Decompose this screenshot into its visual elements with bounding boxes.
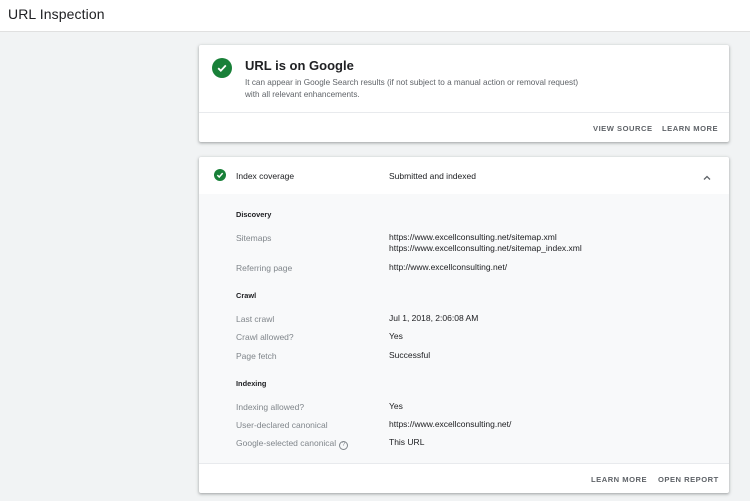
page-title: URL Inspection: [8, 6, 105, 22]
referring-page-value: http://www.excellconsulting.net/: [389, 262, 508, 272]
summary-description: It can appear in Google Search results (…: [245, 78, 579, 99]
sitemap-url: https://www.excellconsulting.net/sitemap…: [389, 232, 557, 242]
top-bar: URL Inspection: [0, 0, 750, 32]
index-coverage-status: Submitted and indexed: [389, 171, 476, 181]
learn-more-button[interactable]: LEARN MORE: [662, 124, 718, 133]
indexing-allowed-value: Yes: [389, 401, 403, 411]
user-canonical-label: User-declared canonical: [236, 420, 328, 430]
summary-card: URL is on Google It can appear in Google…: [199, 45, 729, 142]
section-heading-indexing: Indexing: [236, 379, 267, 388]
index-coverage-card: Index coverage Submitted and indexed Dis…: [199, 157, 729, 493]
crawl-allowed-value: Yes: [389, 331, 403, 341]
index-coverage-details: Discovery Sitemaps https://www.excellcon…: [199, 194, 729, 463]
sitemaps-label: Sitemaps: [236, 233, 272, 243]
check-circle-icon: [214, 169, 226, 181]
user-canonical-value: https://www.excellconsulting.net/: [389, 419, 512, 429]
index-coverage-header[interactable]: Index coverage Submitted and indexed: [199, 157, 729, 195]
summary-title: URL is on Google: [245, 58, 354, 73]
page-fetch-label: Page fetch: [236, 351, 277, 361]
last-crawl-label: Last crawl: [236, 314, 275, 324]
section-heading-discovery: Discovery: [236, 210, 272, 219]
google-canonical-label: Google-selected canonical?: [236, 438, 349, 450]
google-canonical-label-text: Google-selected canonical: [236, 438, 337, 448]
summary-actions: VIEW SOURCE LEARN MORE: [199, 112, 729, 143]
open-report-button[interactable]: OPEN REPORT: [658, 475, 719, 484]
page-fetch-value: Successful: [389, 350, 431, 360]
last-crawl-value: Jul 1, 2018, 2:06:08 AM: [389, 313, 479, 323]
learn-more-button[interactable]: LEARN MORE: [591, 475, 647, 484]
section-heading-crawl: Crawl: [236, 291, 257, 300]
sitemap-url: https://www.excellconsulting.net/sitemap…: [389, 243, 582, 253]
help-icon[interactable]: ?: [339, 441, 349, 450]
crawl-allowed-label: Crawl allowed?: [236, 332, 294, 342]
check-circle-icon: [212, 58, 232, 78]
indexing-allowed-label: Indexing allowed?: [236, 402, 305, 412]
google-canonical-value: This URL: [389, 437, 425, 447]
chevron-up-icon[interactable]: [702, 170, 712, 188]
referring-page-label: Referring page: [236, 263, 293, 273]
view-source-button[interactable]: VIEW SOURCE: [593, 124, 653, 133]
index-coverage-actions: LEARN MORE OPEN REPORT: [199, 463, 729, 494]
index-coverage-label: Index coverage: [236, 171, 295, 181]
